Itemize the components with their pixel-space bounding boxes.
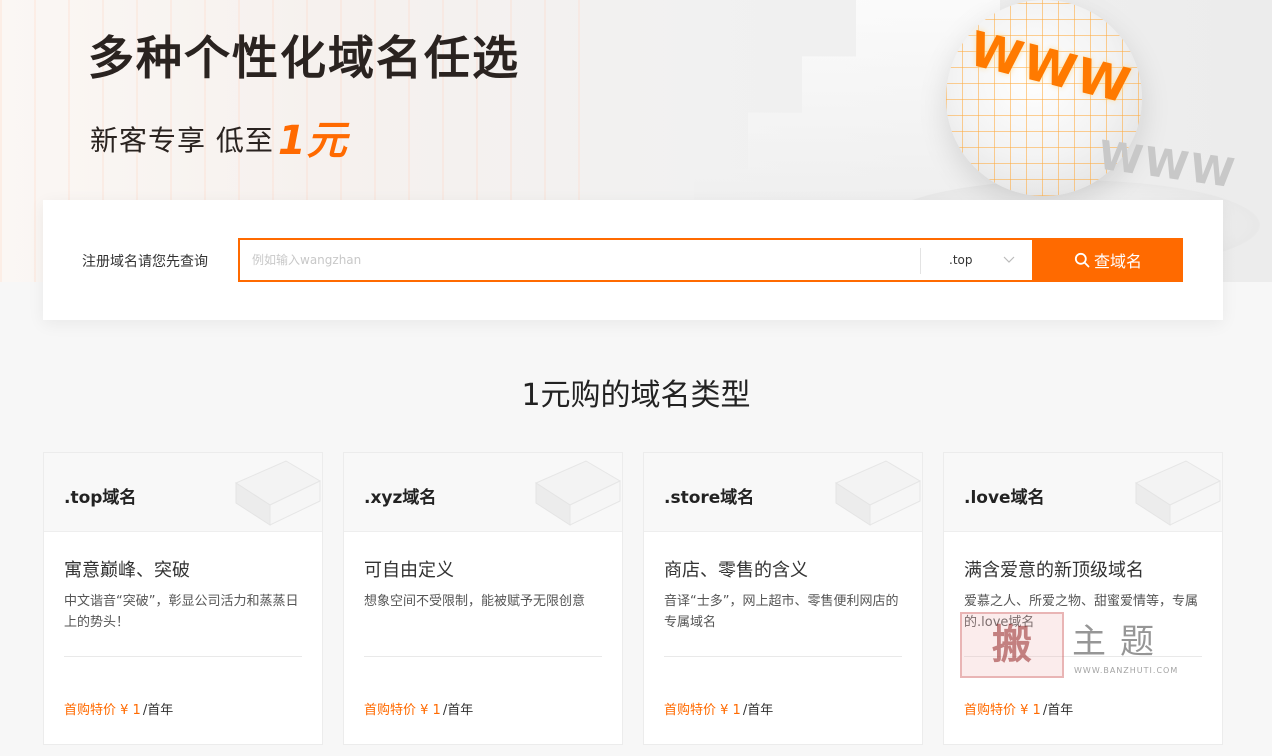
search-label: 注册域名请您先查询 xyxy=(82,254,208,270)
domain-card-xyz[interactable]: .xyz域名 可自由定义 想象空间不受限制，能被赋予无限创意 首购特价 ¥ 1/… xyxy=(343,452,623,745)
domain-suffix-value: .top xyxy=(949,253,973,267)
card-price-label: 首购特价 ¥ 1 xyxy=(964,703,1041,718)
card-divider xyxy=(664,656,902,657)
card-domain-name: .top域名 xyxy=(64,488,137,508)
card-domain-name: .xyz域名 xyxy=(364,488,437,508)
card-domain-name: .store域名 xyxy=(664,488,755,508)
card-price-unit: /首年 xyxy=(742,703,774,718)
watermark-url: WWW.BANZHUTI.COM xyxy=(1074,666,1179,675)
domain-search-input[interactable] xyxy=(240,240,920,280)
card-description: 音译“士多”，网上超市、零售便利网店的专属域名 xyxy=(664,594,899,630)
card-header: .top域名 xyxy=(44,453,322,532)
card-domain-name: .love域名 xyxy=(964,488,1045,508)
hero-title: 多种个性化域名任选 xyxy=(88,31,520,85)
search-box: .top xyxy=(238,238,1034,282)
card-price-label: 首购特价 ¥ 1 xyxy=(64,703,141,718)
domain-card-store[interactable]: .store域名 商店、零售的含义 音译“士多”，网上超市、零售便利网店的专属域… xyxy=(643,452,923,745)
card-price-label: 首购特价 ¥ 1 xyxy=(664,703,741,718)
watermark-text: 主题 xyxy=(1072,622,1168,662)
card-headline: 可自由定义 xyxy=(364,560,454,581)
card-price-unit: /首年 xyxy=(1042,703,1074,718)
domain-suffix-select[interactable]: .top xyxy=(921,240,1034,280)
card-headline: 寓意巅峰、突破 xyxy=(64,560,190,581)
card-price: 首购特价 ¥ 1/首年 xyxy=(64,699,173,718)
card-header: .xyz域名 xyxy=(344,453,622,532)
card-divider xyxy=(64,656,302,657)
card-decoration-graphic xyxy=(534,460,622,526)
domain-search-panel: 注册域名请您先查询 .top 查域名 xyxy=(43,200,1223,320)
card-price-label: 首购特价 ¥ 1 xyxy=(364,703,441,718)
card-price: 首购特价 ¥ 1/首年 xyxy=(664,699,773,718)
domain-card-top[interactable]: .top域名 寓意巅峰、突破 中文谐音“突破”，彰显公司活力和蒸蒸日上的势头！ … xyxy=(43,452,323,745)
card-price: 首购特价 ¥ 1/首年 xyxy=(364,699,473,718)
card-header: .love域名 xyxy=(944,453,1222,532)
card-headline: 满含爱意的新顶级域名 xyxy=(964,560,1144,581)
card-description: 中文谐音“突破”，彰显公司活力和蒸蒸日上的势头！ xyxy=(64,594,299,630)
card-decoration-graphic xyxy=(1134,460,1222,526)
card-price: 首购特价 ¥ 1/首年 xyxy=(964,699,1073,718)
card-price-unit: /首年 xyxy=(142,703,174,718)
search-domain-button[interactable]: 查域名 xyxy=(1033,238,1183,282)
card-header: .store域名 xyxy=(644,453,922,532)
search-icon xyxy=(1074,252,1090,268)
hero-subtitle-text: 新客专享 低至 xyxy=(90,124,274,157)
card-headline: 商店、零售的含义 xyxy=(664,560,808,581)
search-button-label: 查域名 xyxy=(1093,252,1142,271)
hero-price-highlight: 1元 xyxy=(277,118,348,164)
card-divider xyxy=(364,656,602,657)
site-watermark: 搬 主题 WWW.BANZHUTI.COM xyxy=(960,612,1190,680)
domain-card-love[interactable]: .love域名 满含爱意的新顶级域名 爱慕之人、所爱之物、甜蜜爱情等，专属的.l… xyxy=(943,452,1223,745)
watermark-seal: 搬 xyxy=(960,612,1064,678)
chevron-down-icon xyxy=(1003,256,1015,263)
card-decoration-graphic xyxy=(234,460,322,526)
card-price-unit: /首年 xyxy=(442,703,474,718)
section-title: 1元购的域名类型 xyxy=(521,378,751,413)
card-description: 想象空间不受限制，能被赋予无限创意 xyxy=(364,594,586,609)
hero-subtitle: 新客专享 低至 1元 xyxy=(90,108,348,166)
card-decoration-graphic xyxy=(834,460,922,526)
